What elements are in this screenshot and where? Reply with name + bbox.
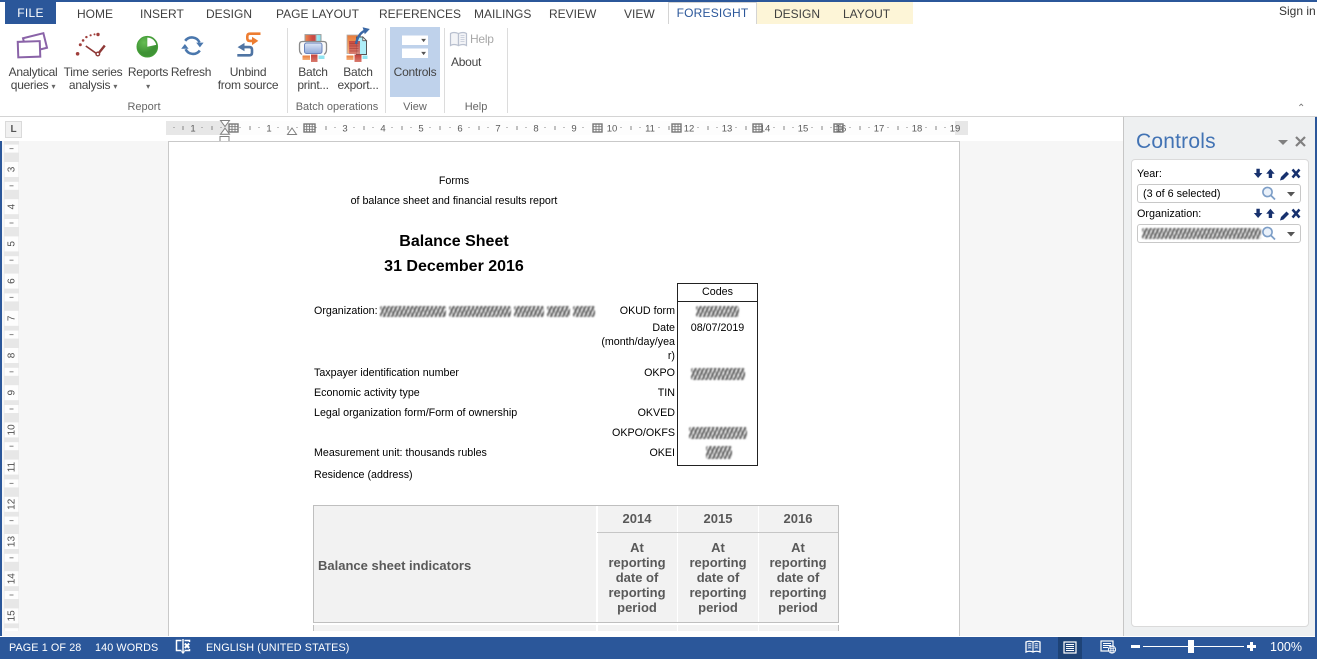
svg-text:18: 18	[912, 124, 923, 135]
svg-text:9: 9	[571, 124, 576, 135]
svg-text:1: 1	[190, 124, 195, 135]
svg-text:6: 6	[457, 124, 462, 135]
svg-text:17: 17	[874, 124, 885, 135]
svg-text:12: 12	[684, 124, 695, 135]
svg-text:6: 6	[7, 278, 18, 284]
svg-text:7: 7	[495, 124, 500, 135]
svg-text:11: 11	[7, 461, 18, 472]
svg-text:8: 8	[7, 352, 18, 358]
svg-text:7: 7	[7, 315, 18, 321]
svg-text:8: 8	[533, 124, 538, 135]
svg-text:14: 14	[7, 573, 18, 585]
svg-text:1: 1	[266, 124, 271, 135]
svg-text:10: 10	[607, 124, 618, 135]
svg-text:11: 11	[645, 124, 655, 135]
svg-text:15: 15	[7, 610, 18, 622]
svg-text:3: 3	[342, 124, 347, 135]
svg-text:19: 19	[950, 124, 961, 135]
svg-text:9: 9	[7, 389, 18, 395]
svg-text:15: 15	[798, 124, 809, 135]
svg-text:3: 3	[7, 166, 18, 172]
svg-text:5: 5	[7, 241, 18, 247]
svg-text:5: 5	[418, 124, 423, 135]
svg-text:10: 10	[7, 424, 18, 436]
svg-text:4: 4	[380, 124, 385, 135]
svg-text:13: 13	[722, 124, 733, 135]
svg-text:12: 12	[7, 498, 18, 510]
svg-text:4: 4	[7, 203, 18, 209]
svg-text:13: 13	[7, 536, 18, 548]
